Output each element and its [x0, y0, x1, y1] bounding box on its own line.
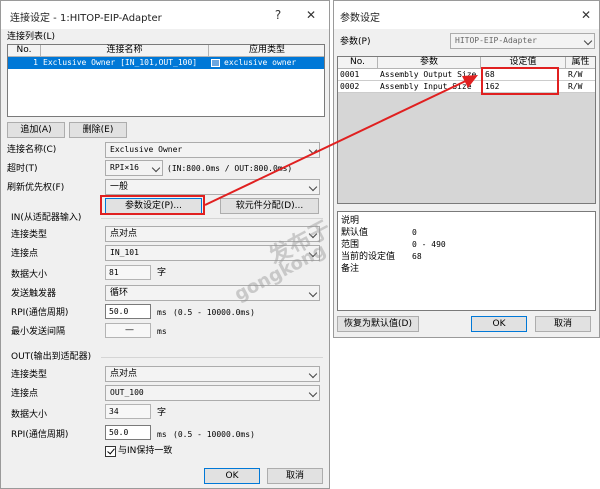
arrow-line — [204, 77, 473, 206]
registered-mark: ® — [346, 226, 356, 237]
